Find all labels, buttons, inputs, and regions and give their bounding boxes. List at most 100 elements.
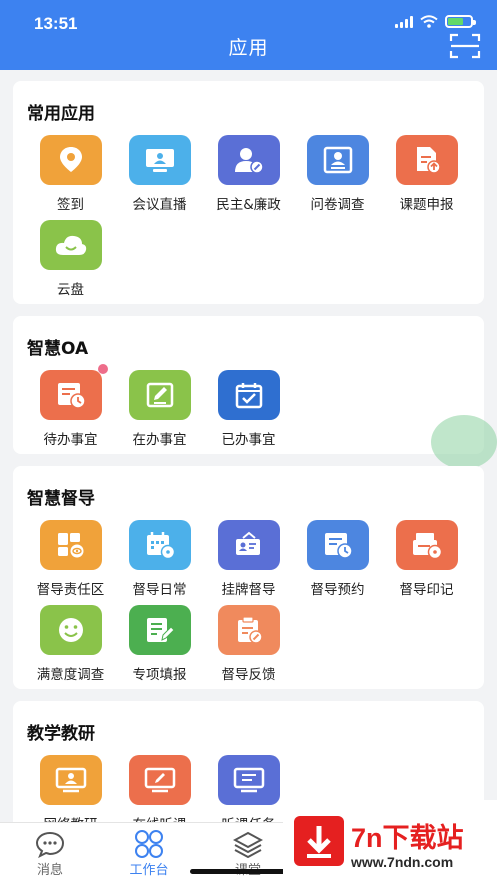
wifi-icon: [420, 15, 438, 28]
app-label: 在办事宜: [132, 432, 187, 448]
app-label: 督导日常: [132, 582, 187, 598]
clipboard-edit-icon: [237, 616, 263, 644]
app-listed-supervision[interactable]: 挂牌督导: [204, 520, 293, 598]
app-satisfaction-survey[interactable]: 满意度调查: [26, 605, 115, 683]
app-supervision-daily[interactable]: 督导日常: [115, 520, 204, 598]
app-icon-bg: [39, 605, 102, 655]
tab-workbench[interactable]: 工作台: [99, 829, 199, 878]
app-label: 专项填报: [132, 667, 187, 683]
id-card-icon: [323, 146, 352, 174]
app-icon-bg: [39, 520, 102, 570]
app-label: 满意度调查: [36, 667, 105, 683]
document-upload-icon: [416, 147, 441, 174]
app-icon-bg: [306, 520, 369, 570]
app-icon-bg: [39, 135, 102, 185]
app-icon-bg: [217, 755, 280, 805]
app-label: 待办事宜: [43, 432, 98, 448]
app-icon-bg: [128, 135, 191, 185]
section-common-apps: 常用应用 签到 会议直播 民主&廉政 问卷调查 课题申报 云盘: [13, 81, 484, 304]
watermark-title: 7n下载站: [351, 823, 464, 853]
layers-icon: [233, 831, 263, 858]
badge-icon: [235, 531, 260, 555]
document-clock-icon: [57, 383, 86, 409]
edit-icon: [146, 382, 173, 408]
tab-label: 工作台: [129, 863, 169, 878]
signal-icon: [395, 15, 413, 28]
section-smart-supervision: 智慧督导 督导责任区 督导日常 挂牌督导 督导预约 督导印记 满意度调查 专项填…: [13, 466, 484, 689]
app-icon-bg: [128, 605, 191, 655]
floating-ball[interactable]: [431, 415, 497, 469]
app-supervision-booking[interactable]: 督导预约: [293, 520, 382, 598]
app-label: 督导反馈: [221, 667, 276, 683]
app-label: 督导责任区: [36, 582, 105, 598]
app-icon-bg: [39, 755, 102, 805]
section-title: 教学教研: [27, 724, 95, 744]
cloud-icon: [55, 235, 86, 255]
section-title: 智慧OA: [27, 339, 89, 359]
top-header: 13:51 应用: [0, 0, 497, 70]
watermark: 7n下载站 www.7ndn.com: [283, 800, 497, 883]
app-icon-bg: [395, 135, 458, 185]
user-edit-icon: [234, 148, 264, 174]
app-icon-bg: [128, 755, 191, 805]
app-label: 挂牌督导: [221, 582, 276, 598]
watermark-url: www.7ndn.com: [351, 854, 454, 870]
app-icon-bg: [217, 135, 280, 185]
app-label: 已办事宜: [221, 432, 276, 448]
chat-bubble-icon: [35, 831, 65, 858]
app-project-apply[interactable]: 课题申报: [382, 135, 471, 213]
app-survey[interactable]: 问卷调查: [293, 135, 382, 213]
section-smart-oa: 智慧OA 待办事宜 在办事宜 已办事宜: [13, 316, 484, 454]
app-supervision-mark[interactable]: 督导印记: [382, 520, 471, 598]
app-cloud-disk[interactable]: 云盘: [26, 220, 115, 298]
app-icon-bg: [306, 135, 369, 185]
grid-eye-icon: [57, 533, 83, 558]
app-special-report[interactable]: 专项填报: [115, 605, 204, 683]
app-meeting-live[interactable]: 会议直播: [115, 135, 204, 213]
app-in-progress[interactable]: 在办事宜: [115, 370, 204, 448]
app-done[interactable]: 已办事宜: [204, 370, 293, 448]
section-title: 智慧督导: [27, 489, 95, 509]
section-title: 常用应用: [27, 104, 95, 124]
unread-badge: [97, 364, 108, 374]
app-icon-bg: [217, 370, 280, 420]
status-icons: [395, 15, 476, 28]
app-icon-bg: [395, 520, 458, 570]
app-supervision-feedback[interactable]: 督导反馈: [204, 605, 293, 683]
app-todo[interactable]: 待办事宜: [26, 364, 115, 448]
screen-list-icon: [233, 767, 264, 793]
app-icon-bg: [39, 220, 102, 270]
page-title: 应用: [228, 37, 269, 59]
app-supervision-area[interactable]: 督导责任区: [26, 520, 115, 598]
battery-icon: [445, 15, 476, 28]
app-icon-bg: [217, 605, 280, 655]
app-sign-in[interactable]: 签到: [26, 135, 115, 213]
screen-person-icon: [55, 767, 86, 793]
monitor-icon: [145, 149, 174, 172]
calendar-eye-icon: [146, 532, 175, 560]
list-clock-icon: [324, 533, 353, 559]
app-label: 课题申报: [399, 197, 454, 213]
status-time: 13:51: [34, 14, 78, 33]
screen-pen-icon: [144, 767, 175, 793]
scan-icon[interactable]: [449, 32, 481, 60]
tab-messages[interactable]: 消息: [0, 829, 100, 878]
app-label: 督导预约: [310, 582, 365, 598]
app-icon-bg: [39, 364, 108, 420]
app-label: 民主&廉政: [216, 197, 281, 213]
calendar-check-icon: [235, 383, 262, 409]
app-label: 问卷调查: [310, 197, 365, 213]
grid-icon: [135, 830, 163, 858]
app-label: 签到: [57, 197, 84, 213]
app-democracy[interactable]: 民主&廉政: [204, 135, 293, 213]
smile-icon: [58, 618, 83, 642]
app-icon-bg: [128, 370, 191, 420]
app-icon-bg: [217, 520, 280, 570]
form-edit-icon: [146, 618, 175, 642]
download-icon: [294, 816, 344, 866]
location-pin-icon: [59, 147, 82, 172]
app-label: 督导印记: [399, 582, 454, 598]
app-label: 云盘: [57, 282, 84, 298]
app-icon-bg: [128, 520, 191, 570]
printer-eye-icon: [412, 533, 442, 560]
